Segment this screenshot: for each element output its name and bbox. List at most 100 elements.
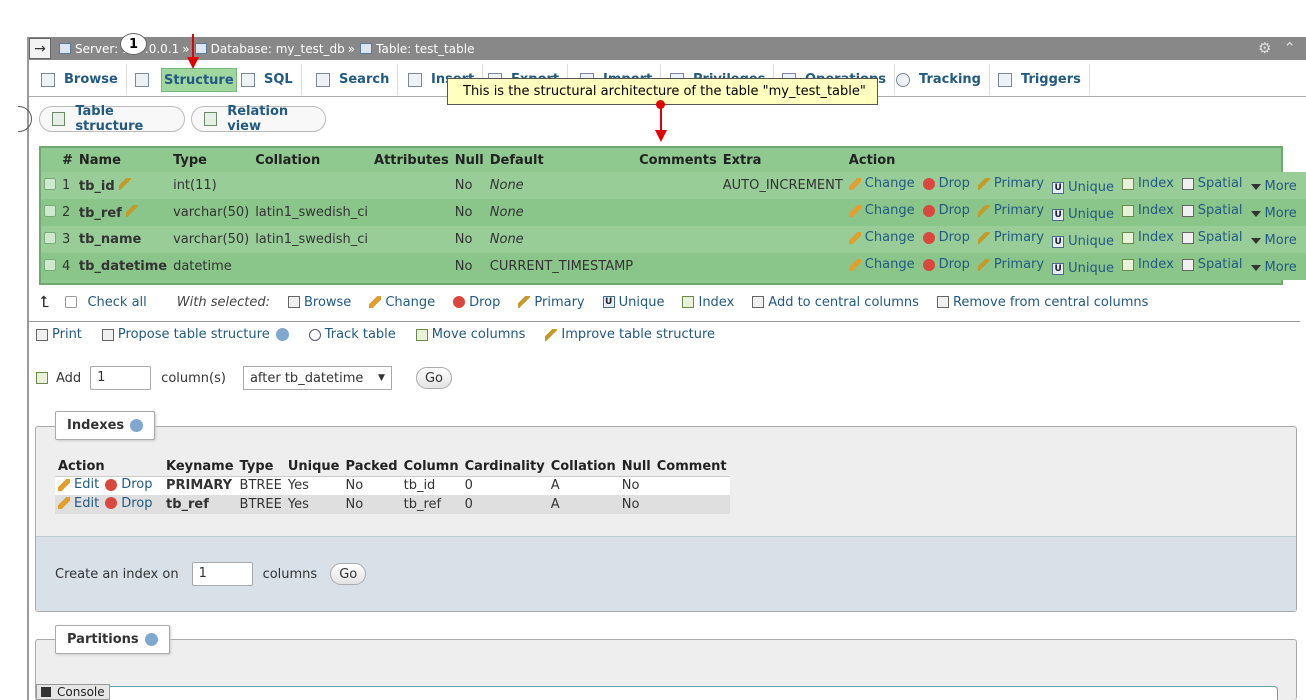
- header-attributes[interactable]: Attributes: [371, 148, 452, 172]
- row-spatial-button[interactable]: Spatial: [1181, 257, 1243, 272]
- add-column-go-button[interactable]: Go: [415, 367, 452, 389]
- key-icon: [125, 204, 138, 217]
- subtab-table-structure[interactable]: Table structure: [39, 104, 185, 134]
- check-all-label[interactable]: Check all: [87, 295, 146, 310]
- index-edit-button[interactable]: Edit: [58, 477, 99, 492]
- tab-structure[interactable]: Structure: [161, 68, 237, 92]
- bulk-primary-button[interactable]: Primary: [518, 295, 585, 310]
- collapse-navigation-icon[interactable]: →: [29, 38, 51, 59]
- row-number: 4: [59, 253, 76, 280]
- index-comment: [653, 495, 730, 514]
- row-index-button[interactable]: Index: [1121, 230, 1174, 245]
- propose-table-structure-link[interactable]: Propose table structure: [101, 327, 289, 342]
- row-unique-button[interactable]: U Unique: [1052, 234, 1114, 249]
- index-icon: [1121, 258, 1134, 271]
- row-checkbox[interactable]: [44, 258, 56, 271]
- bulk-browse-button[interactable]: Browse: [287, 295, 351, 310]
- add-central-columns-button[interactable]: Add to central columns: [752, 295, 919, 310]
- row-select: [41, 226, 59, 253]
- row-unique-button[interactable]: U Unique: [1052, 261, 1114, 276]
- index-icon: [682, 296, 695, 308]
- row-primary-button[interactable]: Primary: [977, 203, 1044, 218]
- tab-browse[interactable]: Browse: [33, 64, 127, 95]
- row-unique-button[interactable]: U Unique: [1052, 207, 1114, 222]
- breadcrumb-table[interactable]: Table: test_table: [360, 42, 474, 56]
- improve-table-structure-link[interactable]: Improve table structure: [545, 327, 715, 342]
- console-panel-edge: [36, 686, 1278, 700]
- row-index-button[interactable]: Index: [1121, 257, 1174, 272]
- row-primary-label: Primary: [993, 176, 1045, 191]
- header-type[interactable]: Type: [170, 148, 252, 172]
- row-primary-button[interactable]: Primary: [977, 257, 1044, 272]
- check-all-checkbox[interactable]: [65, 296, 78, 308]
- add-column-count-input[interactable]: 1: [90, 366, 152, 390]
- row-checkbox[interactable]: [44, 204, 56, 217]
- tab-structure-icon-wrap[interactable]: [127, 64, 162, 95]
- header-number[interactable]: #: [59, 148, 76, 172]
- header-null[interactable]: Null: [452, 148, 487, 172]
- row-spatial-button[interactable]: Spatial: [1181, 176, 1243, 191]
- drop-icon: [922, 204, 935, 217]
- index-icon: [1121, 231, 1134, 244]
- row-change-button[interactable]: Change: [848, 176, 915, 191]
- header-extra[interactable]: Extra: [720, 148, 846, 172]
- row-change-button[interactable]: Change: [848, 203, 915, 218]
- bulk-drop-button[interactable]: Drop: [453, 295, 500, 310]
- row-more-button[interactable]: More: [1250, 260, 1297, 275]
- add-column-position-select[interactable]: after tb_datetime ▼: [242, 366, 392, 390]
- subtab-relation-view[interactable]: Relation view: [191, 104, 326, 134]
- header-collation[interactable]: Collation: [252, 148, 371, 172]
- bulk-index-button[interactable]: Index: [682, 295, 734, 310]
- header-name[interactable]: Name: [76, 148, 170, 172]
- bulk-change-button[interactable]: Change: [369, 295, 435, 310]
- tab-tracking[interactable]: Tracking: [888, 64, 990, 95]
- row-change-button[interactable]: Change: [848, 230, 915, 245]
- column-name-label: tb_name: [78, 232, 142, 247]
- row-drop-button[interactable]: Drop: [922, 230, 970, 245]
- help-icon[interactable]: [275, 328, 289, 341]
- collapse-top-icon[interactable]: ⌃: [1283, 39, 1296, 57]
- header-comments[interactable]: Comments: [636, 148, 720, 172]
- row-more-button[interactable]: More: [1250, 179, 1297, 194]
- remove-central-columns-button[interactable]: Remove from central columns: [936, 295, 1148, 310]
- create-index-count-input[interactable]: 1: [191, 562, 253, 586]
- row-change-button[interactable]: Change: [848, 257, 915, 272]
- row-primary-button[interactable]: Primary: [977, 176, 1045, 191]
- row-drop-button[interactable]: Drop: [922, 203, 970, 218]
- row-spatial-button[interactable]: Spatial: [1181, 203, 1243, 218]
- row-drop-button[interactable]: Drop: [922, 257, 970, 272]
- central-columns-add-icon: [752, 296, 765, 308]
- chevron-down-icon: [1250, 264, 1261, 271]
- row-checkbox[interactable]: [44, 177, 56, 190]
- breadcrumb-separator: »: [347, 41, 356, 56]
- index-drop-button[interactable]: Drop: [105, 496, 152, 511]
- index-drop-button[interactable]: Drop: [105, 477, 152, 492]
- track-table-link[interactable]: Track table: [308, 327, 396, 342]
- row-more-button[interactable]: More: [1250, 206, 1297, 221]
- row-spatial-button[interactable]: Spatial: [1181, 230, 1243, 245]
- row-more-button[interactable]: More: [1250, 233, 1297, 248]
- tab-search[interactable]: Search: [308, 64, 399, 95]
- propose-icon: [101, 328, 114, 341]
- row-unique-button[interactable]: U Unique: [1052, 180, 1114, 195]
- header-default[interactable]: Default: [487, 148, 636, 172]
- console-toggle[interactable]: Console: [36, 684, 110, 700]
- pencil-icon: [848, 204, 861, 217]
- print-link[interactable]: Print: [36, 327, 82, 342]
- row-drop-button[interactable]: Drop: [922, 176, 970, 191]
- breadcrumb-database[interactable]: Database: my_test_db: [194, 42, 345, 56]
- help-icon[interactable]: [144, 633, 158, 646]
- bulk-unique-button[interactable]: U Unique: [602, 295, 664, 310]
- move-columns-link[interactable]: Move columns: [415, 327, 525, 342]
- row-index-button[interactable]: Index: [1121, 203, 1174, 218]
- row-index-button[interactable]: Index: [1121, 176, 1174, 191]
- create-index-go-button[interactable]: Go: [330, 563, 367, 585]
- row-primary-button[interactable]: Primary: [977, 230, 1044, 245]
- index-edit-button[interactable]: Edit: [58, 496, 99, 511]
- tab-sql[interactable]: SQL: [233, 64, 302, 95]
- help-icon[interactable]: [130, 419, 144, 432]
- row-checkbox[interactable]: [44, 231, 56, 244]
- tab-triggers[interactable]: Triggers: [990, 64, 1090, 95]
- gear-icon[interactable]: ⚙: [1258, 39, 1271, 57]
- row-number: 3: [59, 226, 76, 253]
